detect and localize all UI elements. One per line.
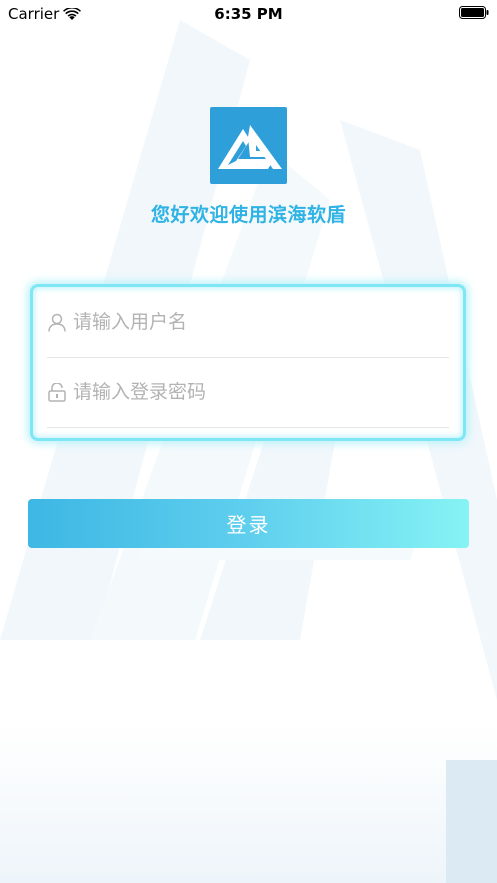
battery-full-icon — [459, 6, 489, 19]
logo-icon — [210, 107, 287, 184]
login-form — [30, 284, 466, 441]
username-field — [47, 287, 449, 358]
login-button[interactable]: 登录 — [28, 499, 469, 548]
password-input[interactable] — [73, 381, 433, 403]
password-field — [47, 357, 449, 428]
login-screen: Carrier 6:35 PM 您好欢迎使用滨海软盾 请输入用户名 登录 — [0, 0, 497, 883]
logo-mark — [218, 125, 282, 169]
lock-icon — [47, 382, 67, 402]
username-input[interactable] — [73, 311, 433, 333]
status-time: 6:35 PM — [214, 5, 283, 23]
background-strip — [446, 760, 497, 883]
user-icon — [47, 312, 67, 332]
status-bar: Carrier 6:35 PM — [0, 0, 497, 28]
welcome-text: 您好欢迎使用滨海软盾 — [150, 204, 346, 226]
